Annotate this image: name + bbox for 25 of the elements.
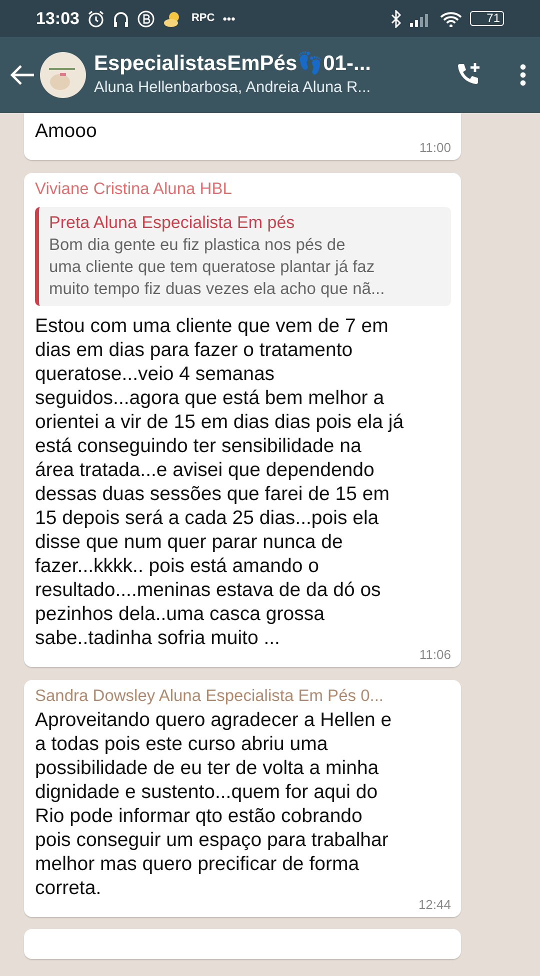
- battery-indicator: 71: [470, 11, 504, 26]
- bluetooth-icon: [390, 10, 402, 28]
- sender-name: Sandra Dowsley Aluna Especialista Em Pés 0...: [35, 686, 385, 707]
- participants-text[interactable]: Aluna Hellenbarbosa, Andreia Aluna R...: [94, 77, 429, 99]
- chat-title[interactable]: EspecialistasEmPés👣01-...: [94, 51, 429, 77]
- group-avatar[interactable]: [40, 52, 86, 98]
- headphones-icon: [113, 10, 130, 28]
- message-time: 11:06: [418, 648, 451, 661]
- message-time: 12:44: [417, 898, 451, 911]
- quoted-text: Bom dia gente eu fiz plastica nos pés de uma cliente que tem queratose plantar já faz muito tempo fiz duas vezes ela acho que nã...: [49, 235, 386, 300]
- chat-b-icon: [137, 10, 156, 28]
- message-text: Estou com uma cliente que vem de 7 em dias em dias para fazer o tratamento queratose...veio 4 semanas seguidos...agora que está bem melhor a orientei a vir de 15 em dias dias pois ela já está conseguindo ter sensibilidade na área tratada...e avisei que dependendo dessas duas sessões que farei de 15 em 15 depois será a cada 25 dias...pois ela disse que num quer parar nunca de fazer...kkkk.. pois está amando o resultado....meninas estava de da dó os pezinhos dela..uma casca grossa sabe..tadinha sofria muito ...: [35, 314, 405, 650]
- message-time: 11:00: [418, 141, 451, 154]
- alarm-icon: [87, 10, 106, 28]
- back-icon[interactable]: [8, 63, 36, 87]
- quoted-message[interactable]: Preta Aluna Especialista Em pés Bom dia gente eu fiz plastica nos pés de uma cliente que tem queratose plantar já faz muito tempo fiz duas vezes ela acho que nã...: [35, 207, 451, 306]
- quoted-sender: Preta Aluna Especialista Em pés: [49, 212, 296, 234]
- message-text: Aproveitando quero agradecer a Hellen e a todas pois este curso abriu uma possibilidade de eu ter de volta a minha dignidade e sustento...quem for aqui do Rio pode informar qto estão cobrando pois conseguir um espaço para trabalhar melhor mas quero precificar de forma correta.: [35, 708, 393, 900]
- wifi-icon: [440, 10, 462, 26]
- status-time: 13:03: [36, 8, 80, 30]
- carrier-text: RPC: [191, 11, 215, 26]
- more-indicator: •••: [222, 10, 236, 28]
- menu-icon[interactable]: [519, 63, 527, 87]
- message-text: Amooo: [35, 119, 98, 143]
- sender-name: Viviane Cristina Aluna HBL: [35, 179, 233, 200]
